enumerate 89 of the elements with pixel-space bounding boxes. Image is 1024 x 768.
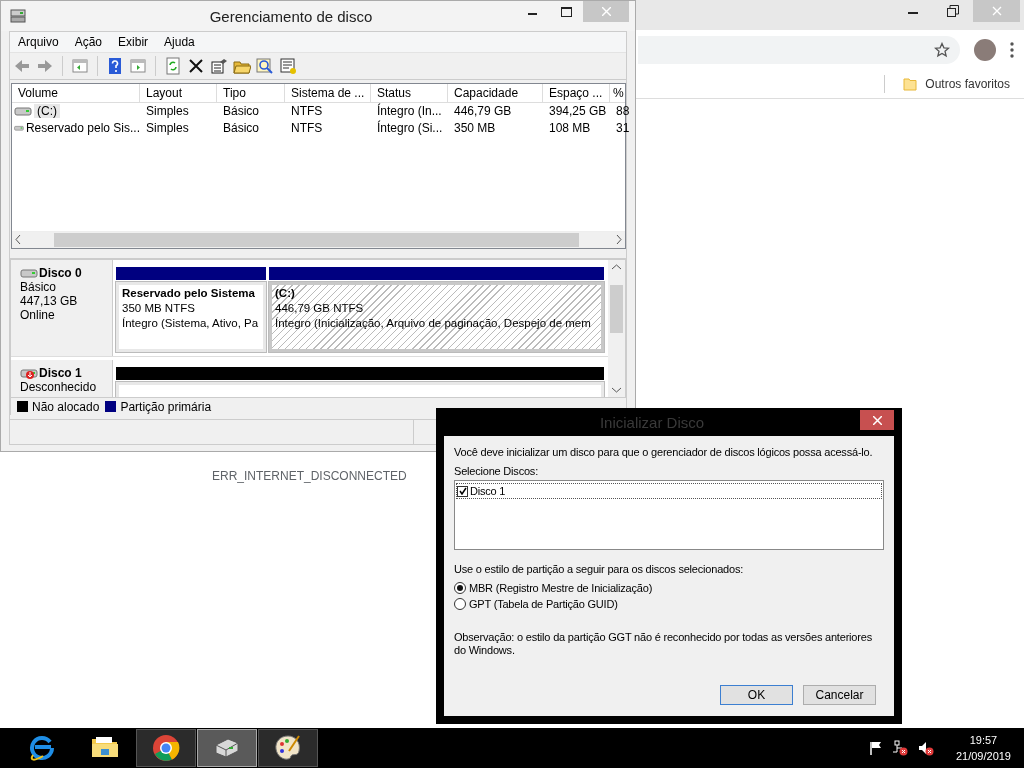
partition-size: 446,79 GB NTFS (275, 300, 365, 316)
properties-icon[interactable] (210, 56, 228, 75)
table-cell-text: Básico (222, 104, 261, 119)
refresh-icon[interactable] (164, 56, 182, 75)
drive-icon (14, 105, 32, 118)
radio-button[interactable] (454, 582, 466, 594)
folder-icon (903, 77, 918, 91)
column-header[interactable]: Status (371, 83, 448, 102)
partition-box[interactable]: (C:) 446,79 GB NTFS Íntegro (Inicialização, Arquivo de paginação, Despejo de mem (269, 281, 604, 352)
disk-list[interactable]: Disco 1 (454, 480, 884, 550)
menu-item[interactable]: Ação (66, 34, 111, 49)
note-text: Observação: o estilo da partição GGT não é reconhecido por todas as versões anteriores do Windows. (454, 631, 873, 657)
partition-style-label: Use o estilo de partição a seguir para os discos selecionados: (454, 563, 745, 575)
table-cell-text: NTFS (290, 121, 324, 136)
table-cell[interactable]: Reservado pelo Sis... (25, 121, 140, 136)
table-cell-text: Simples (145, 104, 190, 119)
column-header[interactable]: Tipo (217, 83, 285, 102)
table-cell-text: 88 (615, 104, 630, 119)
table-cell-text: 394,25 GB (548, 104, 608, 119)
table-cell[interactable]: (C:) (34, 104, 60, 119)
scroll-down-icon[interactable] (612, 387, 621, 394)
scroll-left-icon[interactable] (15, 235, 21, 245)
partition-size: 350 MB NTFS (122, 300, 196, 316)
table-cell-text: Íntegro (Si... (376, 121, 444, 136)
disk-name[interactable]: Disco 1 (39, 365, 82, 380)
menu-item[interactable]: Ajuda (156, 34, 203, 49)
table-cell-text: Básico (222, 121, 261, 136)
column-header[interactable]: Volume (12, 83, 140, 102)
partition-box[interactable]: Reservado pelo Sistema 350 MB NTFS Íntegro (Sistema, Ativo, Pa (116, 281, 266, 352)
disk-type: Básico (20, 279, 58, 294)
close-icon[interactable] (872, 415, 882, 425)
legend-label: Não alocado (32, 399, 100, 414)
menu-item[interactable]: Exibir (110, 34, 157, 49)
column-header[interactable]: % (610, 83, 625, 102)
cancel-button[interactable]: Cancelar (803, 685, 876, 705)
browser-icon[interactable] (151, 733, 181, 763)
close-button[interactable] (860, 410, 894, 430)
radio-label[interactable]: MBR (Registro Mestre de Inicialização) (469, 582, 653, 594)
column-header[interactable]: Espaço ... (543, 83, 610, 102)
taskbar-app-button[interactable] (258, 729, 318, 767)
table-cell-text: 350 MB (453, 121, 497, 136)
ok-button[interactable]: OK (720, 685, 793, 705)
disk-type: Desconhecido (20, 379, 98, 394)
flag-icon[interactable] (869, 741, 882, 755)
table-cell-text: NTFS (290, 104, 324, 119)
menu-item[interactable]: Arquivo (10, 34, 67, 49)
partition-name: Reservado pelo Sistema (122, 285, 256, 301)
speaker-muted-icon[interactable] (917, 740, 934, 756)
disk-status: Online (20, 307, 56, 322)
radio-button[interactable] (454, 598, 466, 610)
palette-icon[interactable] (273, 733, 303, 763)
table-cell-text: Simples (145, 121, 190, 136)
table-cell-text: 31 (615, 121, 630, 136)
partition-name: (C:) (275, 285, 296, 301)
clock[interactable]: 19:57 21/09/2019 (955, 732, 1011, 764)
disk-management-icon (9, 8, 27, 24)
scroll-up-icon[interactable] (612, 263, 621, 270)
scrollbar-thumb[interactable] (53, 232, 579, 247)
list-label: Selecione Discos: (454, 465, 540, 477)
window-title: Gerenciamento de disco (208, 7, 374, 25)
disk-name[interactable]: Disco 0 (39, 265, 82, 280)
scrollbar-thumb[interactable] (610, 284, 623, 333)
avatar-icon[interactable] (974, 39, 996, 61)
restore-icon[interactable] (947, 5, 959, 17)
column-header[interactable]: Capacidade (448, 83, 543, 102)
radio-label[interactable]: GPT (Tabela de Partição GUID) (469, 598, 618, 610)
dialog-title: Inicializar Disco (598, 413, 706, 431)
maximize-icon[interactable] (560, 6, 572, 17)
bookmark-folder[interactable]: Outros favoritos (903, 77, 1010, 91)
star-icon[interactable] (934, 42, 950, 58)
taskbar-app-button[interactable] (136, 729, 196, 767)
help-icon[interactable] (106, 56, 124, 75)
column-header[interactable]: Sistema de ... (285, 83, 371, 102)
error-code: ERR_INTERNET_DISCONNECTED (212, 469, 407, 483)
delete-icon[interactable] (187, 56, 205, 75)
scroll-right-icon[interactable] (616, 235, 622, 245)
network-error-icon[interactable] (891, 740, 908, 756)
partition-status: Íntegro (Inicialização, Arquivo de paginação, Despejo de mem (275, 315, 592, 331)
list-item[interactable]: Disco 1 (456, 483, 882, 499)
partition-status: Íntegro (Sistema, Ativo, Pa (122, 315, 260, 331)
menu-icon[interactable] (1010, 42, 1014, 58)
disk-size: 447,13 GB (20, 293, 79, 308)
magnifier-icon[interactable] (256, 56, 274, 75)
table-cell-text: Íntegro (In... (376, 104, 443, 119)
instruction-text: Você deve inicializar um disco para que o gerenciador de discos lógicos possa acessá-lo. (454, 446, 874, 458)
table-cell-text: 108 MB (548, 121, 592, 136)
table-cell-text: 446,79 GB (453, 104, 513, 119)
column-header[interactable]: Layout (140, 83, 217, 102)
legend-label: Partição primária (120, 399, 212, 414)
